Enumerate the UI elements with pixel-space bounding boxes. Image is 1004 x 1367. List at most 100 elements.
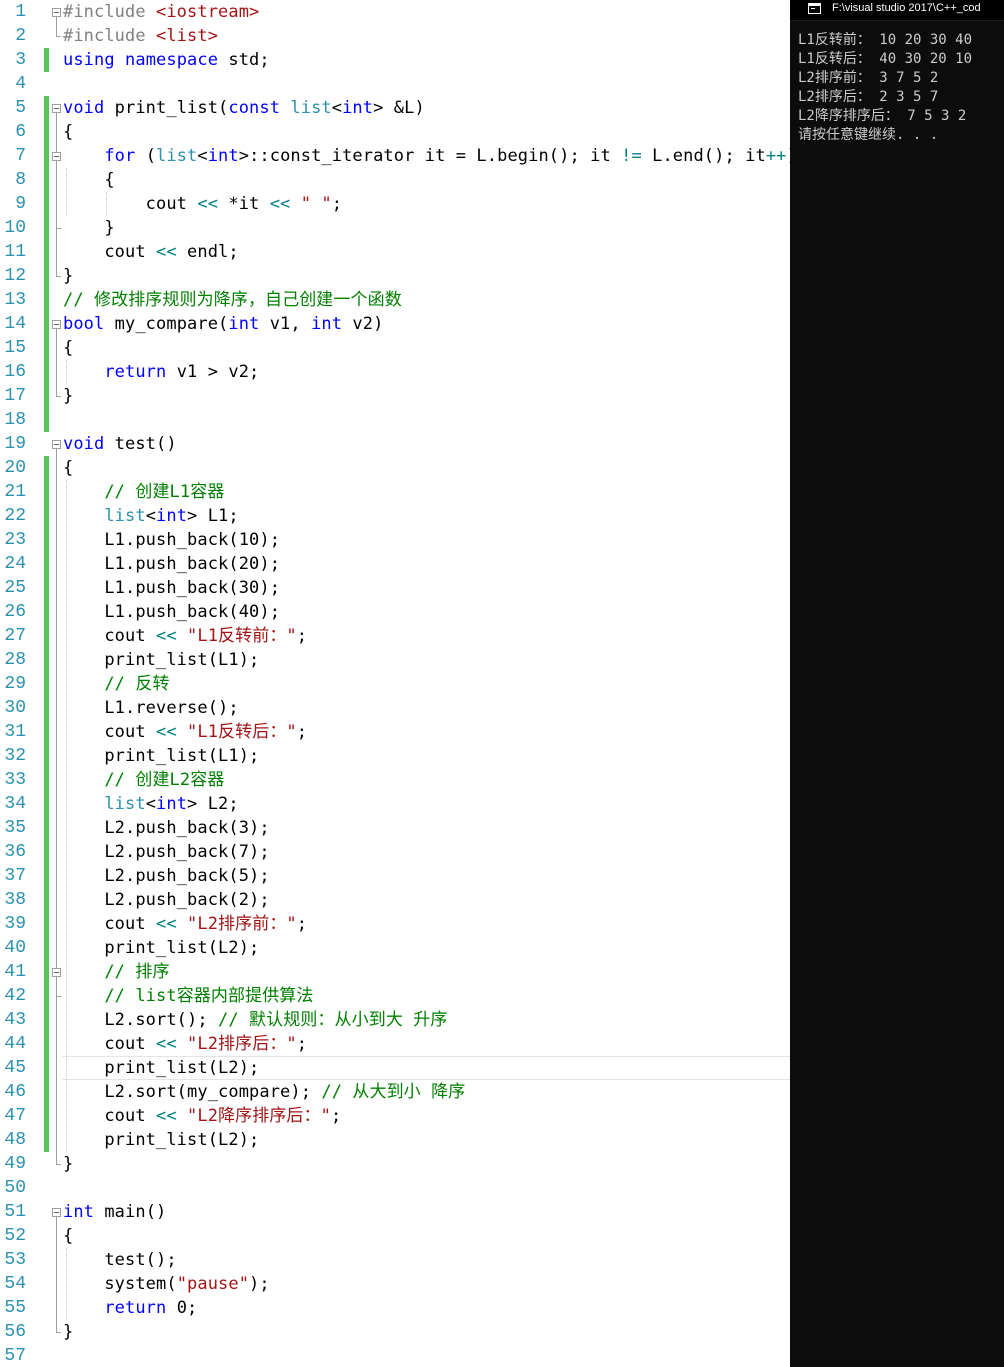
code-text[interactable]: } [63,1152,73,1176]
code-text[interactable]: void print_list(const list<int> &L) [63,96,425,120]
fold-end-marker [56,1164,61,1165]
code-line[interactable] [0,336,790,360]
console-title-bar[interactable]: F:\visual studio 2017\C++_cod [790,0,1004,21]
code-text[interactable]: { [63,120,73,144]
code-text[interactable]: } [63,384,73,408]
collapse-toggle-icon[interactable] [52,440,61,449]
code-text[interactable]: test(); [63,1248,177,1272]
code-line[interactable] [0,1176,790,1200]
code-line[interactable] [0,120,790,144]
change-marker [44,96,49,432]
line-number: 46 [4,1082,26,1102]
line-number: 45 [4,1058,26,1078]
code-text[interactable]: L2.push_back(3); [63,816,270,840]
console-output-line: L1反转后： 40 30 20 10 [798,51,973,67]
change-marker [44,456,49,1152]
line-number: 6 [15,122,26,142]
fold-end-marker [56,228,61,229]
code-text[interactable]: L2.push_back(5); [63,864,270,888]
code-text[interactable]: return v1 > v2; [63,360,259,384]
code-text[interactable]: #include <iostream> [63,0,259,24]
code-editor[interactable]: 1 #include <iostream> 2 #include <list> 3 usi… [0,0,790,1367]
code-line[interactable] [0,1152,790,1176]
code-text[interactable]: { [63,1224,73,1248]
collapse-toggle-icon[interactable] [52,152,61,161]
code-text[interactable]: int main() [63,1200,166,1224]
line-number: 16 [4,362,26,382]
code-line[interactable] [0,1224,790,1248]
code-text[interactable]: L1.push_back(20); [63,552,280,576]
code-text[interactable]: print_list(L1); [63,648,259,672]
code-text[interactable]: system("pause"); [63,1272,270,1296]
code-text[interactable]: // 创建L1容器 [63,480,224,504]
collapse-toggle-icon[interactable] [52,320,61,329]
code-text[interactable]: L2.sort(my_compare); // 从大到小 降序 [63,1080,465,1104]
code-text[interactable]: // 创建L2容器 [63,768,224,792]
code-text[interactable]: // 排序 [63,960,170,984]
code-text[interactable]: using namespace std; [63,48,270,72]
code-text[interactable]: { [63,336,73,360]
code-text[interactable]: cout << "L2排序前："; [63,912,307,936]
code-text[interactable]: L1.push_back(10); [63,528,280,552]
code-text[interactable]: L1.push_back(40); [63,600,280,624]
code-text[interactable]: { [63,456,73,480]
code-text[interactable]: // 修改排序规则为降序，自己创建一个函数 [63,288,402,312]
code-text[interactable]: print_list(L2); [63,936,259,960]
code-text[interactable]: } [63,1320,73,1344]
code-line[interactable] [0,384,790,408]
code-text[interactable]: L1.push_back(30); [63,576,280,600]
line-number: 31 [4,722,26,742]
code-text[interactable]: } [63,216,115,240]
collapse-toggle-icon[interactable] [52,968,61,977]
code-text[interactable]: L2.push_back(2); [63,888,270,912]
code-text[interactable]: L1.reverse(); [63,696,239,720]
code-text[interactable]: cout << "L1反转后："; [63,720,307,744]
code-text[interactable]: // 反转 [63,672,170,696]
line-number: 5 [15,98,26,118]
code-text[interactable]: cout << "L1反转前："; [63,624,307,648]
code-text[interactable]: return 0; [63,1296,197,1320]
fold-end-marker [56,996,61,997]
code-line[interactable] [0,216,790,240]
code-text[interactable]: print_list(L2); [63,1128,259,1152]
code-text[interactable]: list<int> L1; [63,504,239,528]
fold-guide [56,449,57,1164]
line-number: 12 [4,266,26,286]
code-line[interactable] [0,72,790,96]
code-text[interactable]: // list容器内部提供算法 [63,984,314,1008]
code-text[interactable]: bool my_compare(int v1, int v2) [63,312,383,336]
code-text[interactable]: { [63,168,115,192]
code-text[interactable]: for (list<int>::const_iterator it = L.be… [63,144,790,168]
console-title: F:\visual studio 2017\C++_cod [832,2,981,14]
line-number: 50 [4,1178,26,1198]
line-number: 11 [4,242,26,262]
line-number: 36 [4,842,26,862]
code-line[interactable] [0,168,790,192]
code-text[interactable]: #include <list> [63,24,218,48]
code-line[interactable] [0,1344,790,1367]
code-text[interactable]: cout << "L2降序排序后："; [63,1104,341,1128]
code-line[interactable] [0,264,790,288]
code-text[interactable]: } [63,264,73,288]
code-text[interactable]: L2.push_back(7); [63,840,270,864]
code-text[interactable]: cout << *it << " "; [63,192,342,216]
indent-guide [66,480,67,1152]
code-text[interactable]: list<int> L2; [63,792,239,816]
console-window[interactable]: F:\visual studio 2017\C++_cod L1反转前： 10 … [790,0,1004,1367]
line-number: 18 [4,410,26,430]
collapse-toggle-icon[interactable] [52,1208,61,1217]
code-line[interactable] [0,1320,790,1344]
line-number: 27 [4,626,26,646]
code-text[interactable]: print_list(L1); [63,744,259,768]
code-line[interactable] [0,408,790,432]
code-text[interactable]: cout << endl; [63,240,239,264]
code-line[interactable] [0,456,790,480]
collapse-toggle-icon[interactable] [52,8,61,17]
code-text[interactable]: L2.sort(); // 默认规则：从小到大 升序 [63,1008,447,1032]
collapse-toggle-icon[interactable] [52,104,61,113]
code-text[interactable]: print_list(L2); [63,1056,259,1080]
console-window-icon [808,3,821,14]
line-number: 48 [4,1130,26,1150]
code-text[interactable]: cout << "L2排序后："; [63,1032,307,1056]
code-text[interactable]: void test() [63,432,177,456]
